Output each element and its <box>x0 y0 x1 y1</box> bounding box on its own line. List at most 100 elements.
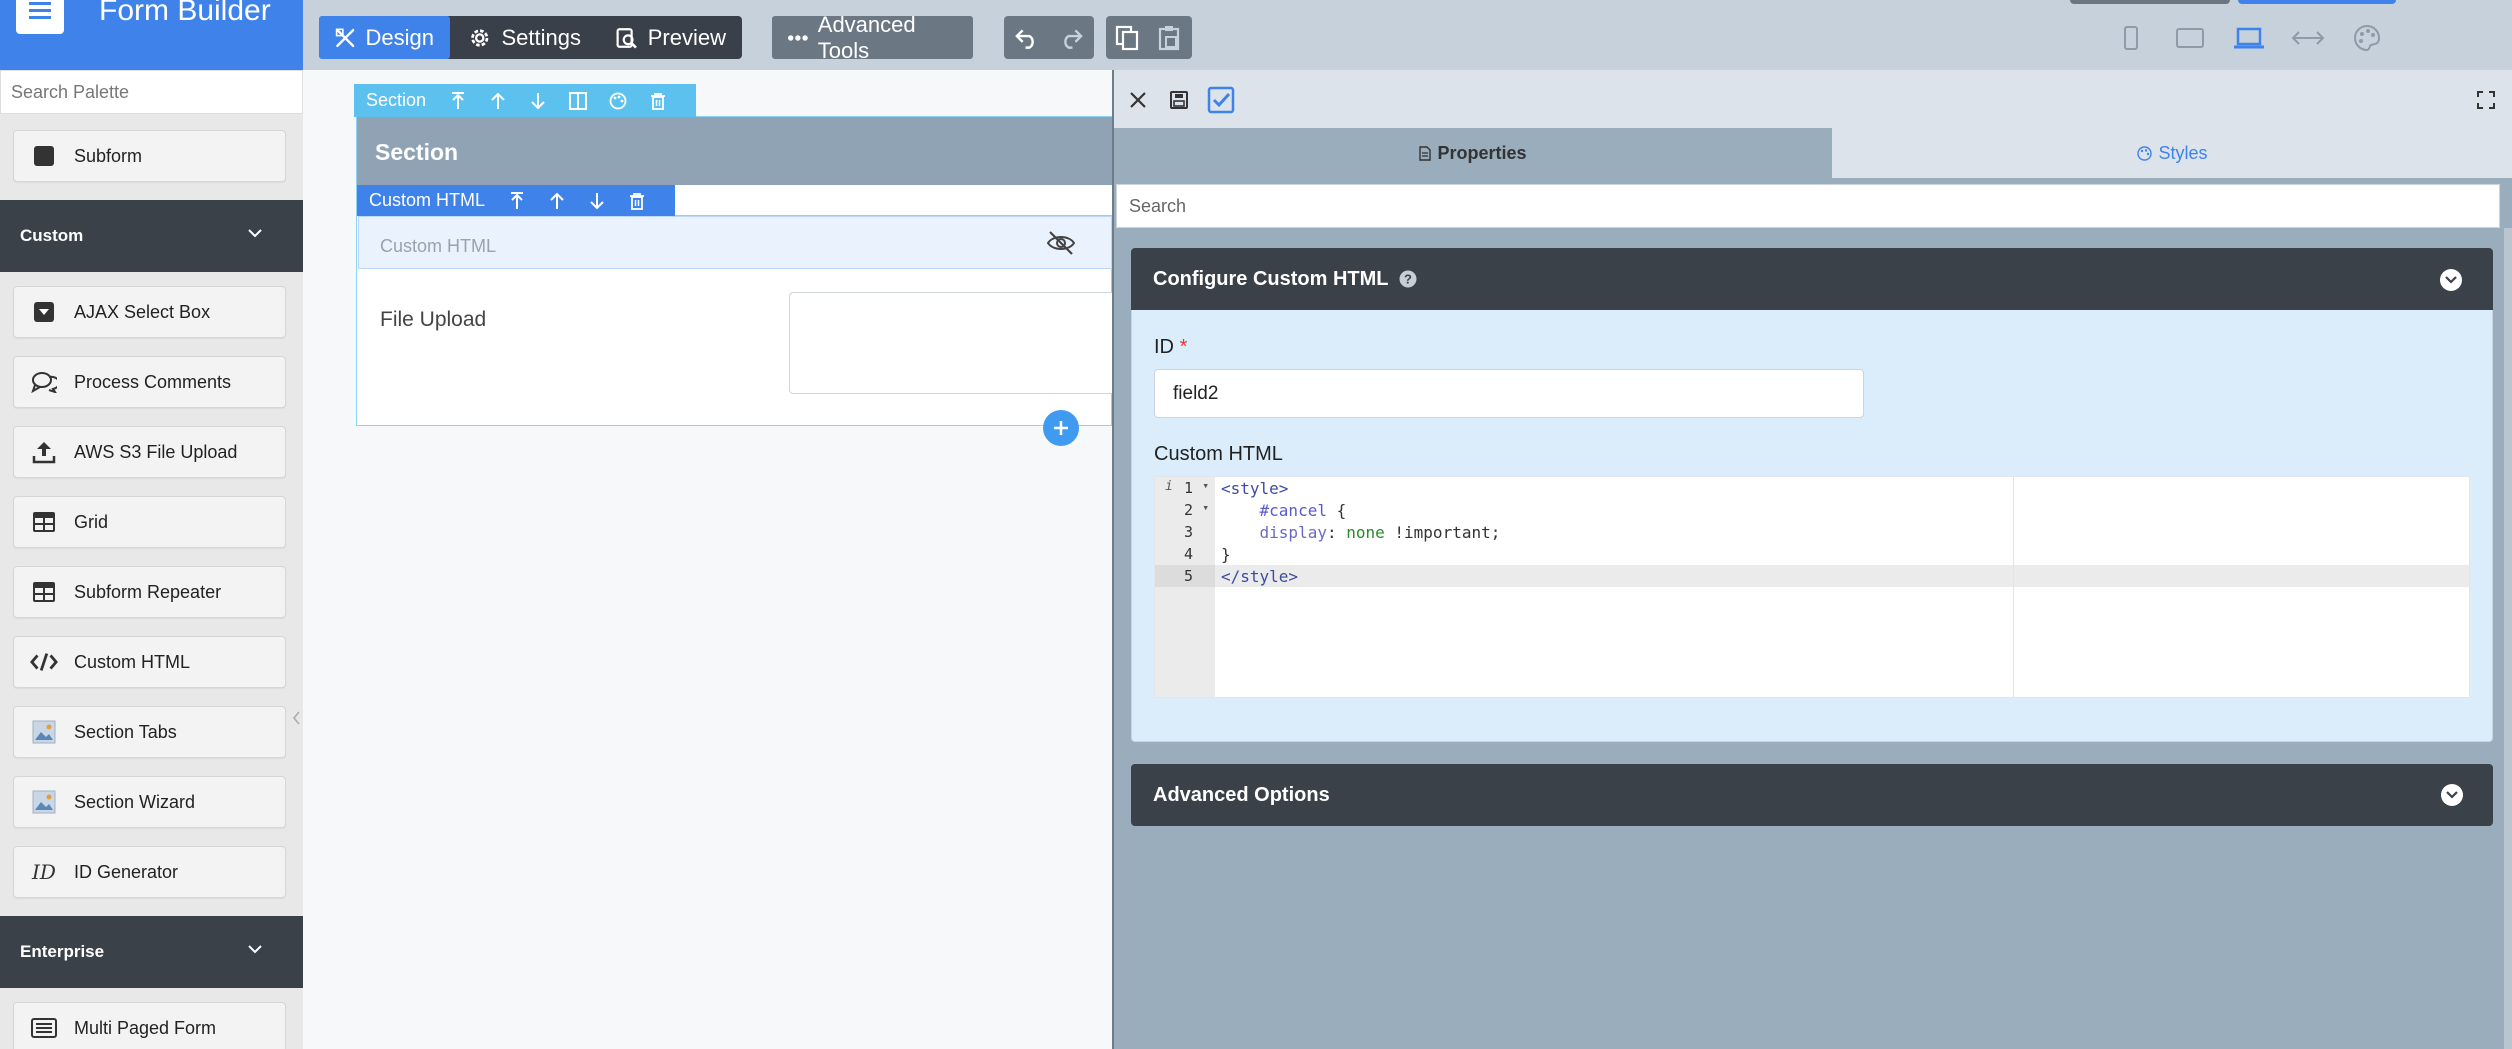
code-line: #cancel { <box>1259 501 1347 520</box>
palette-item-subform-repeater[interactable]: Subform Repeater <box>13 566 286 618</box>
theme-button[interactable] <box>2347 20 2387 56</box>
tab-styles[interactable]: Styles <box>1833 128 2512 178</box>
app-title: Form Builder <box>99 0 271 27</box>
undo-icon <box>1015 28 1034 49</box>
palette-item-section-wizard[interactable]: Section Wizard <box>13 776 286 828</box>
palette-icon <box>2354 24 2381 52</box>
id-input[interactable] <box>1154 369 1864 418</box>
advanced-options-title: Advanced Options <box>1153 783 1330 806</box>
palette-search-input[interactable] <box>0 70 303 114</box>
phone-view-button[interactable] <box>2111 20 2151 56</box>
arrow-up-bar-icon <box>452 91 465 109</box>
save-icon <box>1170 91 1188 109</box>
fold-arrow-icon[interactable]: ▾ <box>1202 479 1209 492</box>
add-element-button[interactable] <box>1043 410 1079 446</box>
image-icon <box>32 720 56 744</box>
phone-icon <box>2124 26 2138 50</box>
move-to-parent-button[interactable] <box>497 184 537 217</box>
fold-arrow-icon[interactable]: ▾ <box>1202 501 1209 514</box>
tab-properties[interactable]: Properties <box>1114 128 1832 178</box>
arrow-up-icon <box>491 92 505 109</box>
move-down-button[interactable] <box>577 184 617 217</box>
palette-item-subform[interactable]: Subform <box>13 130 286 182</box>
preview-label: Preview <box>647 24 726 50</box>
close-panel-button[interactable] <box>1124 86 1152 114</box>
collapse-sidebar-handle[interactable] <box>290 710 303 726</box>
delete-element-button[interactable] <box>617 184 657 217</box>
redo-icon <box>1064 28 1083 49</box>
code-icon <box>30 653 58 671</box>
palette-group-enterprise[interactable]: Enterprise <box>0 916 303 988</box>
file-upload-dropzone[interactable] <box>789 292 1119 394</box>
help-circle-icon[interactable]: ? <box>1399 270 1417 288</box>
full-width-view-button[interactable] <box>2288 20 2328 56</box>
palette-item-ajax-select-box[interactable]: AJAX Select Box <box>13 286 286 338</box>
laptop-view-button[interactable] <box>2229 20 2269 56</box>
arrow-up-icon <box>550 192 564 209</box>
move-down-button[interactable] <box>518 84 558 117</box>
chevron-down-icon <box>248 945 262 954</box>
top-toolbar: Form Builder Design Settings Preview Adv… <box>0 0 2512 70</box>
palette-item-aws-s3-file-upload[interactable]: AWS S3 File Upload <box>13 426 286 478</box>
preview-icon <box>616 27 637 49</box>
custom-html-placeholder: Custom HTML <box>380 236 497 256</box>
palette-item-label: Section Wizard <box>74 791 196 812</box>
palette-group-custom[interactable]: Custom <box>0 200 303 272</box>
columns-icon <box>569 91 588 110</box>
check-square-icon <box>1207 86 1235 114</box>
advanced-tools-button[interactable]: Advanced Tools <box>772 12 973 63</box>
design-tools-icon <box>335 28 355 47</box>
columns-button[interactable] <box>558 84 598 117</box>
advanced-options-header[interactable]: Advanced Options <box>1131 764 2493 826</box>
palette-item-label: AWS S3 File Upload <box>74 441 238 462</box>
design-button[interactable]: Design <box>319 16 450 59</box>
move-to-parent-button[interactable] <box>438 84 478 117</box>
tablet-icon <box>2176 28 2204 48</box>
configure-custom-html-header[interactable]: Configure Custom HTML ? <box>1131 248 2493 310</box>
style-button[interactable] <box>598 84 638 117</box>
palette-item-multi-paged-form[interactable]: Multi Paged Form <box>13 1002 286 1049</box>
properties-search-input[interactable] <box>1116 184 2500 228</box>
arrow-down-icon <box>531 92 545 109</box>
move-up-button[interactable] <box>478 84 518 117</box>
gear-icon <box>471 28 489 47</box>
copy-button[interactable] <box>1106 16 1149 59</box>
grid-icon <box>33 512 55 532</box>
palette-item-section-tabs[interactable]: Section Tabs <box>13 706 286 758</box>
collapse-configure-button[interactable] <box>2440 269 2462 291</box>
redo-button[interactable] <box>1049 16 1094 59</box>
palette-icon <box>2137 145 2153 161</box>
paste-button[interactable] <box>1149 16 1192 59</box>
undo-button[interactable] <box>1004 16 1049 59</box>
code-editor[interactable]: i 1 ▾ 2 ▾ 3 4 5 <style> #cancel { display: … <box>1154 476 2470 698</box>
trash-icon <box>651 92 666 110</box>
id-field-label: ID * <box>1154 336 1187 359</box>
preview-button[interactable]: Preview <box>599 16 742 59</box>
custom-html-field-label: Custom HTML <box>1154 443 1283 465</box>
menu-button[interactable] <box>16 0 64 34</box>
svg-text:ID: ID <box>31 861 56 883</box>
more-dots-icon <box>788 34 808 41</box>
move-up-button[interactable] <box>537 184 577 217</box>
copy-icon <box>1115 25 1139 50</box>
apply-checkbox-button[interactable] <box>1207 86 1235 114</box>
palette-item-grid[interactable]: Grid <box>13 496 286 548</box>
full-width-icon <box>2291 31 2325 45</box>
palette-item-id-generator[interactable]: ID ID Generator <box>13 846 286 898</box>
plus-icon <box>1054 421 1068 435</box>
dropdown-icon <box>34 302 54 322</box>
expand-panel-button[interactable] <box>2472 86 2500 114</box>
settings-button[interactable]: Settings <box>452 16 597 59</box>
gutter-line: 5 <box>1183 567 1193 585</box>
delete-section-button[interactable] <box>638 84 678 117</box>
panel-scrollbar[interactable] <box>2504 228 2512 1049</box>
save-button[interactable] <box>1165 86 1193 114</box>
palette-item-custom-html[interactable]: Custom HTML <box>13 636 286 688</box>
chevron-down-icon <box>2446 791 2458 799</box>
brand-area: Form Builder <box>0 0 303 70</box>
tablet-view-button[interactable] <box>2170 20 2210 56</box>
expand-advanced-options-button[interactable] <box>2441 784 2463 806</box>
palette-item-process-comments[interactable]: Process Comments <box>13 356 286 408</box>
section-title: Section <box>357 117 1112 186</box>
palette-item-label: Section Tabs <box>74 721 177 742</box>
